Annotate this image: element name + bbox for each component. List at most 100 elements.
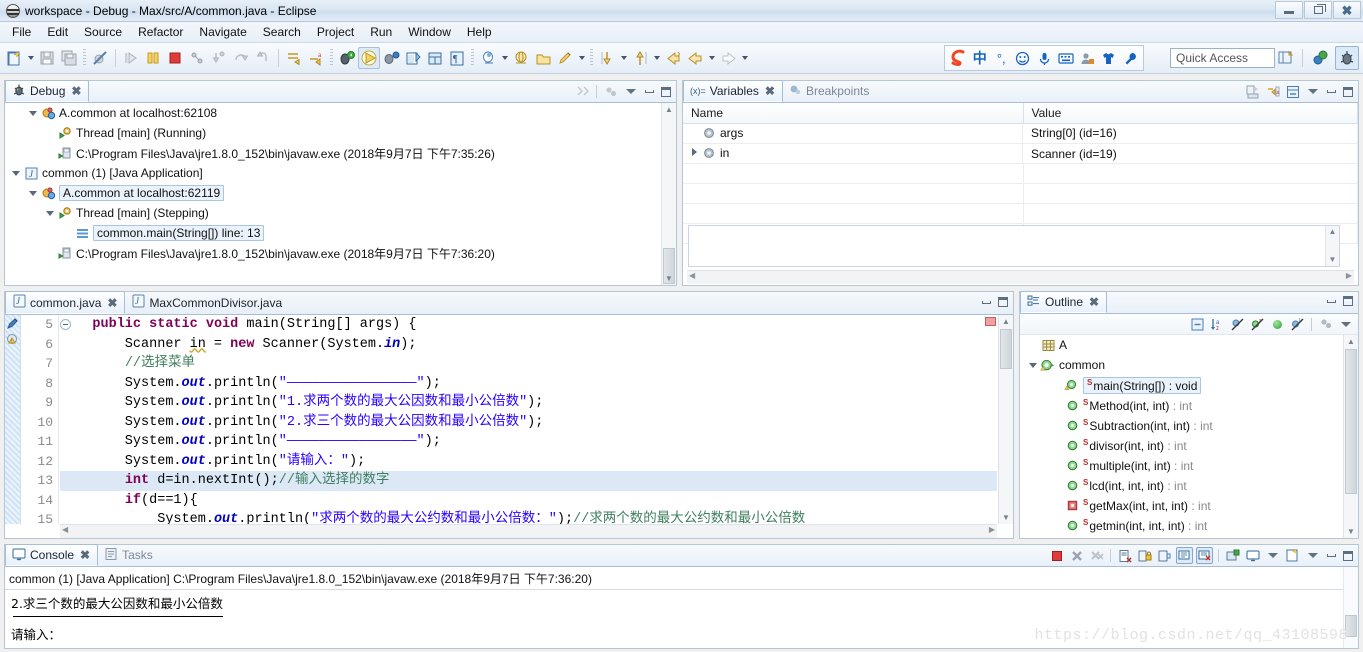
menu-refactor[interactable]: Refactor [130,23,191,41]
tab-outline[interactable]: Outline ✖ [1020,291,1108,313]
code-editor[interactable]: ! 5 6 7 8 9 10 11 12 13 14 15 public static void m… [5,315,1013,538]
external-tools-icon[interactable] [380,47,402,69]
console-vscrollbar[interactable] [1343,567,1358,648]
outline-item[interactable]: SSubtraction(int, int) : int [1020,415,1342,435]
menu-file[interactable]: File [4,23,39,41]
twisty-collapsed-icon[interactable] [687,148,701,158]
last-edit-location-icon[interactable] [554,47,576,69]
next-annotation-dropdown-icon[interactable] [618,47,629,69]
outline-vscrollbar[interactable]: ▲ ▼ [1343,335,1358,538]
collapse-all-icon[interactable] [574,83,591,100]
tab-variables[interactable]: (x)= Variables ✖ [683,80,783,102]
back-history-icon[interactable] [684,47,706,69]
minimize-view-button[interactable] [1324,294,1338,308]
minimize-view-button[interactable] [1324,85,1338,99]
tab-maxcommondivisor-java[interactable]: J MaxCommonDivisor.java [125,291,289,314]
sort-icon[interactable]: az [1209,316,1226,333]
open-perspective-icon[interactable] [1274,46,1298,70]
run-launch-icon[interactable] [358,47,380,69]
menu-navigate[interactable]: Navigate [191,23,254,41]
tab-breakpoints[interactable]: Breakpoints [783,80,876,102]
code-lines[interactable]: public static void main(String[] args) {… [60,315,997,524]
menu-project[interactable]: Project [309,23,362,41]
close-icon[interactable]: ✖ [765,84,775,98]
overview-error-marker[interactable] [985,317,996,326]
outline-item[interactable]: Smain(String[]) : void [1020,375,1342,395]
debug-tree[interactable]: A.common at localhost:62108 Thread [main]… [5,103,676,285]
hide-non-public-icon[interactable] [1269,316,1286,333]
close-icon[interactable]: ✖ [107,296,117,310]
menu-edit[interactable]: Edit [39,23,76,41]
outline-item[interactable]: common [1020,355,1342,375]
remove-launch-icon[interactable] [1068,547,1085,564]
twisty-expanded-icon[interactable] [26,108,40,118]
minimize-editor-button[interactable] [979,295,993,309]
new-package-icon[interactable] [424,47,446,69]
previous-annotation-icon[interactable] [629,47,651,69]
outline-item[interactable]: Sgetmin(int, int, int) : int [1020,515,1342,535]
show-console-on-output-icon[interactable] [1176,547,1193,564]
outline-item[interactable]: Slcd(int, int, int) : int [1020,475,1342,495]
remove-all-terminated-icon[interactable] [1088,547,1105,564]
java-perspective-icon[interactable] [1309,46,1333,70]
console-output[interactable]: 2.求三个数的最大公因数和最小公倍数 请输入： [5,590,1358,648]
next-annotation-icon[interactable] [596,47,618,69]
breakpoint-marker-icon[interactable] [6,317,19,333]
new-wizard-dropdown-icon[interactable] [25,47,36,69]
maximize-view-button[interactable] [659,85,673,99]
outline-item[interactable]: Sdivisor(int, int) : int [1020,435,1342,455]
open-type-icon[interactable] [510,47,532,69]
show-detail-pane-icon[interactable] [1284,83,1301,100]
use-step-filters-icon[interactable]: a [305,47,327,69]
close-icon[interactable]: ✖ [80,548,90,562]
debug-tree-row[interactable]: A.common at localhost:62108 [5,103,676,123]
editor-vscrollbar[interactable]: ▲ ▼ [998,315,1013,524]
drop-to-frame-icon[interactable] [283,47,305,69]
debug-tree-row[interactable]: C:\Program Files\Java\jre1.8.0_152\bin\j… [5,143,676,163]
debug-launch-icon[interactable] [336,47,358,69]
close-button[interactable]: ✖ [1333,1,1361,19]
emoji-icon[interactable] [1013,48,1033,68]
outline-item[interactable]: A [1020,335,1342,355]
outline-item[interactable]: Smultiple(int, int) : int [1020,455,1342,475]
close-icon[interactable]: ✖ [71,84,81,98]
twisty-expanded-icon[interactable] [1026,360,1040,370]
variables-view-menu-icon[interactable] [1304,83,1321,100]
outline-menu-dropdown-icon[interactable] [1337,316,1354,333]
search-dropdown-icon[interactable] [499,47,510,69]
debug-tree-row[interactable]: C:\Program Files\Java\jre1.8.0_152\bin\j… [5,243,676,263]
quick-access-input[interactable]: Quick Access [1170,48,1275,68]
menu-run[interactable]: Run [362,23,400,41]
twisty-expanded-icon[interactable] [9,168,23,178]
debug-view-menu-icon[interactable] [602,83,619,100]
new-java-class-icon[interactable]: ¶ [446,47,468,69]
user-icon[interactable] [1078,48,1098,68]
menu-window[interactable]: Window [400,23,459,41]
menu-source[interactable]: Source [76,23,130,41]
suspend-icon[interactable] [142,47,164,69]
outline-item[interactable]: SMethod(int, int) : int [1020,395,1342,415]
sogou-logo-icon[interactable] [948,48,968,68]
collapse-all-icon[interactable]: a [1264,83,1281,100]
tab-debug[interactable]: Debug ✖ [5,80,90,102]
marker-ruler[interactable]: ! [5,315,21,524]
back-icon[interactable] [662,47,684,69]
warning-marker-icon[interactable]: ! [6,333,19,349]
table-row[interactable]: in Scanner (id=19) [683,143,1358,164]
column-header-name[interactable]: Name [683,103,1024,124]
outline-view-menu-icon[interactable] [1317,316,1334,333]
variables-table[interactable]: Name Value args String[0] (id=16) in Scanne… [683,103,1358,244]
pin-console-icon[interactable] [1224,547,1241,564]
view-menu-dropdown-icon[interactable] [622,83,639,100]
debug-tree-vscrollbar[interactable]: ▲ ▼ [661,103,676,285]
chinese-mode-icon[interactable]: 中 [970,48,990,68]
soft-keyboard-icon[interactable] [1056,48,1076,68]
maximize-view-button[interactable] [1341,549,1355,563]
forward-dropdown-icon[interactable] [739,47,750,69]
menu-help[interactable]: Help [459,23,500,41]
editor-hscrollbar[interactable]: ◀ ▶ [60,524,997,538]
search-icon[interactable] [477,47,499,69]
debug-perspective-icon[interactable] [1335,46,1359,70]
debug-tree-row[interactable]: A.common at localhost:62119 [5,183,676,203]
resume-icon[interactable] [120,47,142,69]
